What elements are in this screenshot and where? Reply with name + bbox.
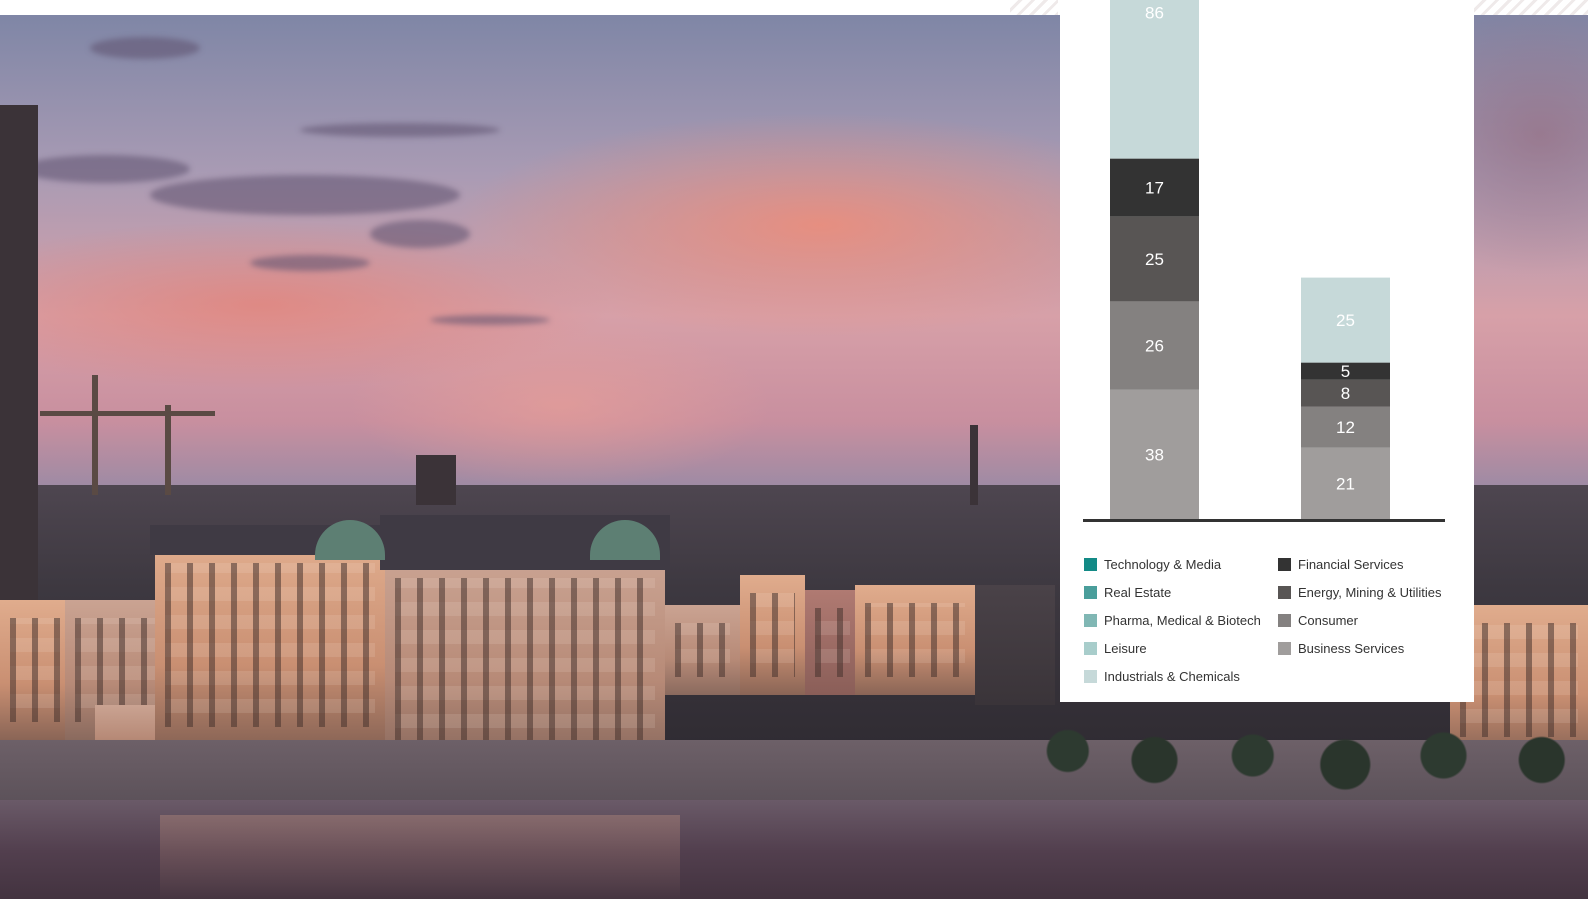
top-strip-hatch-right: [1474, 0, 1588, 15]
cloud: [300, 123, 500, 137]
bar-value-label: 25: [1336, 311, 1355, 330]
legend-swatch: [1278, 613, 1291, 627]
legend-label: Industrials & Chemicals: [1104, 668, 1240, 684]
cloud: [20, 155, 190, 183]
legend-item-energy-mining-utilities: Energy, Mining & Utilities: [1278, 578, 1442, 606]
chimney: [970, 425, 978, 505]
legend-label: Energy, Mining & Utilities: [1298, 584, 1442, 600]
legend-item-industrials-chemicals: Industrials & Chemicals: [1084, 662, 1261, 690]
bar-value-label: 26: [1145, 337, 1164, 356]
legend-label: Real Estate: [1104, 584, 1172, 600]
bar-value-label: 25: [1145, 250, 1164, 269]
bar-value-label: 86: [1145, 3, 1164, 22]
building: [805, 590, 860, 695]
legend-label: Leisure: [1104, 640, 1147, 656]
building-windows: [750, 593, 795, 677]
legend-swatch: [1278, 557, 1291, 571]
palace-building: [385, 560, 665, 760]
legend-swatch: [1278, 641, 1291, 655]
legend-swatch: [1084, 641, 1097, 655]
legend-item-pharma-medical-biotech: Pharma, Medical & Biotech: [1084, 606, 1261, 634]
building: [665, 605, 740, 695]
cloud: [90, 37, 200, 59]
crane: [92, 375, 98, 495]
page: 38 26 25 17 86 21 12 8 5 25 Technology & Media Re…: [0, 0, 1588, 899]
building: [975, 585, 1055, 705]
building-windows: [395, 578, 655, 742]
legend-label: Pharma, Medical & Biotech: [1104, 612, 1261, 628]
building-windows: [165, 563, 375, 727]
legend-item-technology-media: Technology & Media: [1084, 550, 1261, 578]
bar-value-label: 12: [1336, 418, 1355, 437]
legend-swatch: [1084, 669, 1097, 683]
building-windows: [865, 603, 965, 677]
building-windows: [675, 623, 730, 677]
legend-item-real-estate: Real Estate: [1084, 578, 1261, 606]
building-windows: [10, 618, 60, 722]
bar-value-label: 17: [1145, 179, 1164, 198]
cloud: [250, 255, 370, 271]
bar-segment: [1110, 0, 1199, 159]
tower-block: [416, 455, 456, 505]
crane: [165, 405, 171, 495]
bar-value-label: 8: [1341, 384, 1350, 403]
chart-legend: Technology & Media Real Estate Pharma, M…: [1084, 550, 1464, 690]
legend-item-business-services: Business Services: [1278, 634, 1442, 662]
top-strip-hatch-left: [1010, 0, 1058, 15]
legend-item-leisure: Leisure: [1084, 634, 1261, 662]
legend-item-consumer: Consumer: [1278, 606, 1442, 634]
bar-value-label: 5: [1341, 362, 1350, 381]
legend-column-left: Technology & Media Real Estate Pharma, M…: [1084, 550, 1261, 690]
bar-value-label: 21: [1336, 474, 1355, 493]
cloud: [430, 315, 550, 325]
cloud: [370, 220, 470, 248]
building: [0, 600, 70, 740]
building: [155, 545, 385, 745]
crane-arm: [40, 411, 215, 416]
stacked-bar-chart: 38 26 25 17 86 21 12 8 5 25: [1083, 0, 1445, 522]
legend-label: Consumer: [1298, 612, 1358, 628]
legend-swatch: [1084, 585, 1097, 599]
legend-column-right: Financial Services Energy, Mining & Util…: [1278, 550, 1442, 662]
building-windows: [815, 608, 850, 677]
bar-value-label: 38: [1145, 445, 1164, 464]
legend-label: Technology & Media: [1104, 556, 1222, 572]
legend-label: Business Services: [1298, 640, 1405, 656]
legend-swatch: [1084, 613, 1097, 627]
legend-swatch: [1278, 585, 1291, 599]
legend-swatch: [1084, 557, 1097, 571]
building: [855, 585, 975, 695]
building: [740, 575, 805, 695]
chart-card: 38 26 25 17 86 21 12 8 5 25 Technology & Media Re…: [1060, 0, 1474, 702]
legend-item-financial-services: Financial Services: [1278, 550, 1442, 578]
legend-label: Financial Services: [1298, 556, 1404, 572]
trees: [1010, 715, 1588, 805]
cloud: [150, 175, 460, 215]
water-reflection: [160, 815, 680, 899]
